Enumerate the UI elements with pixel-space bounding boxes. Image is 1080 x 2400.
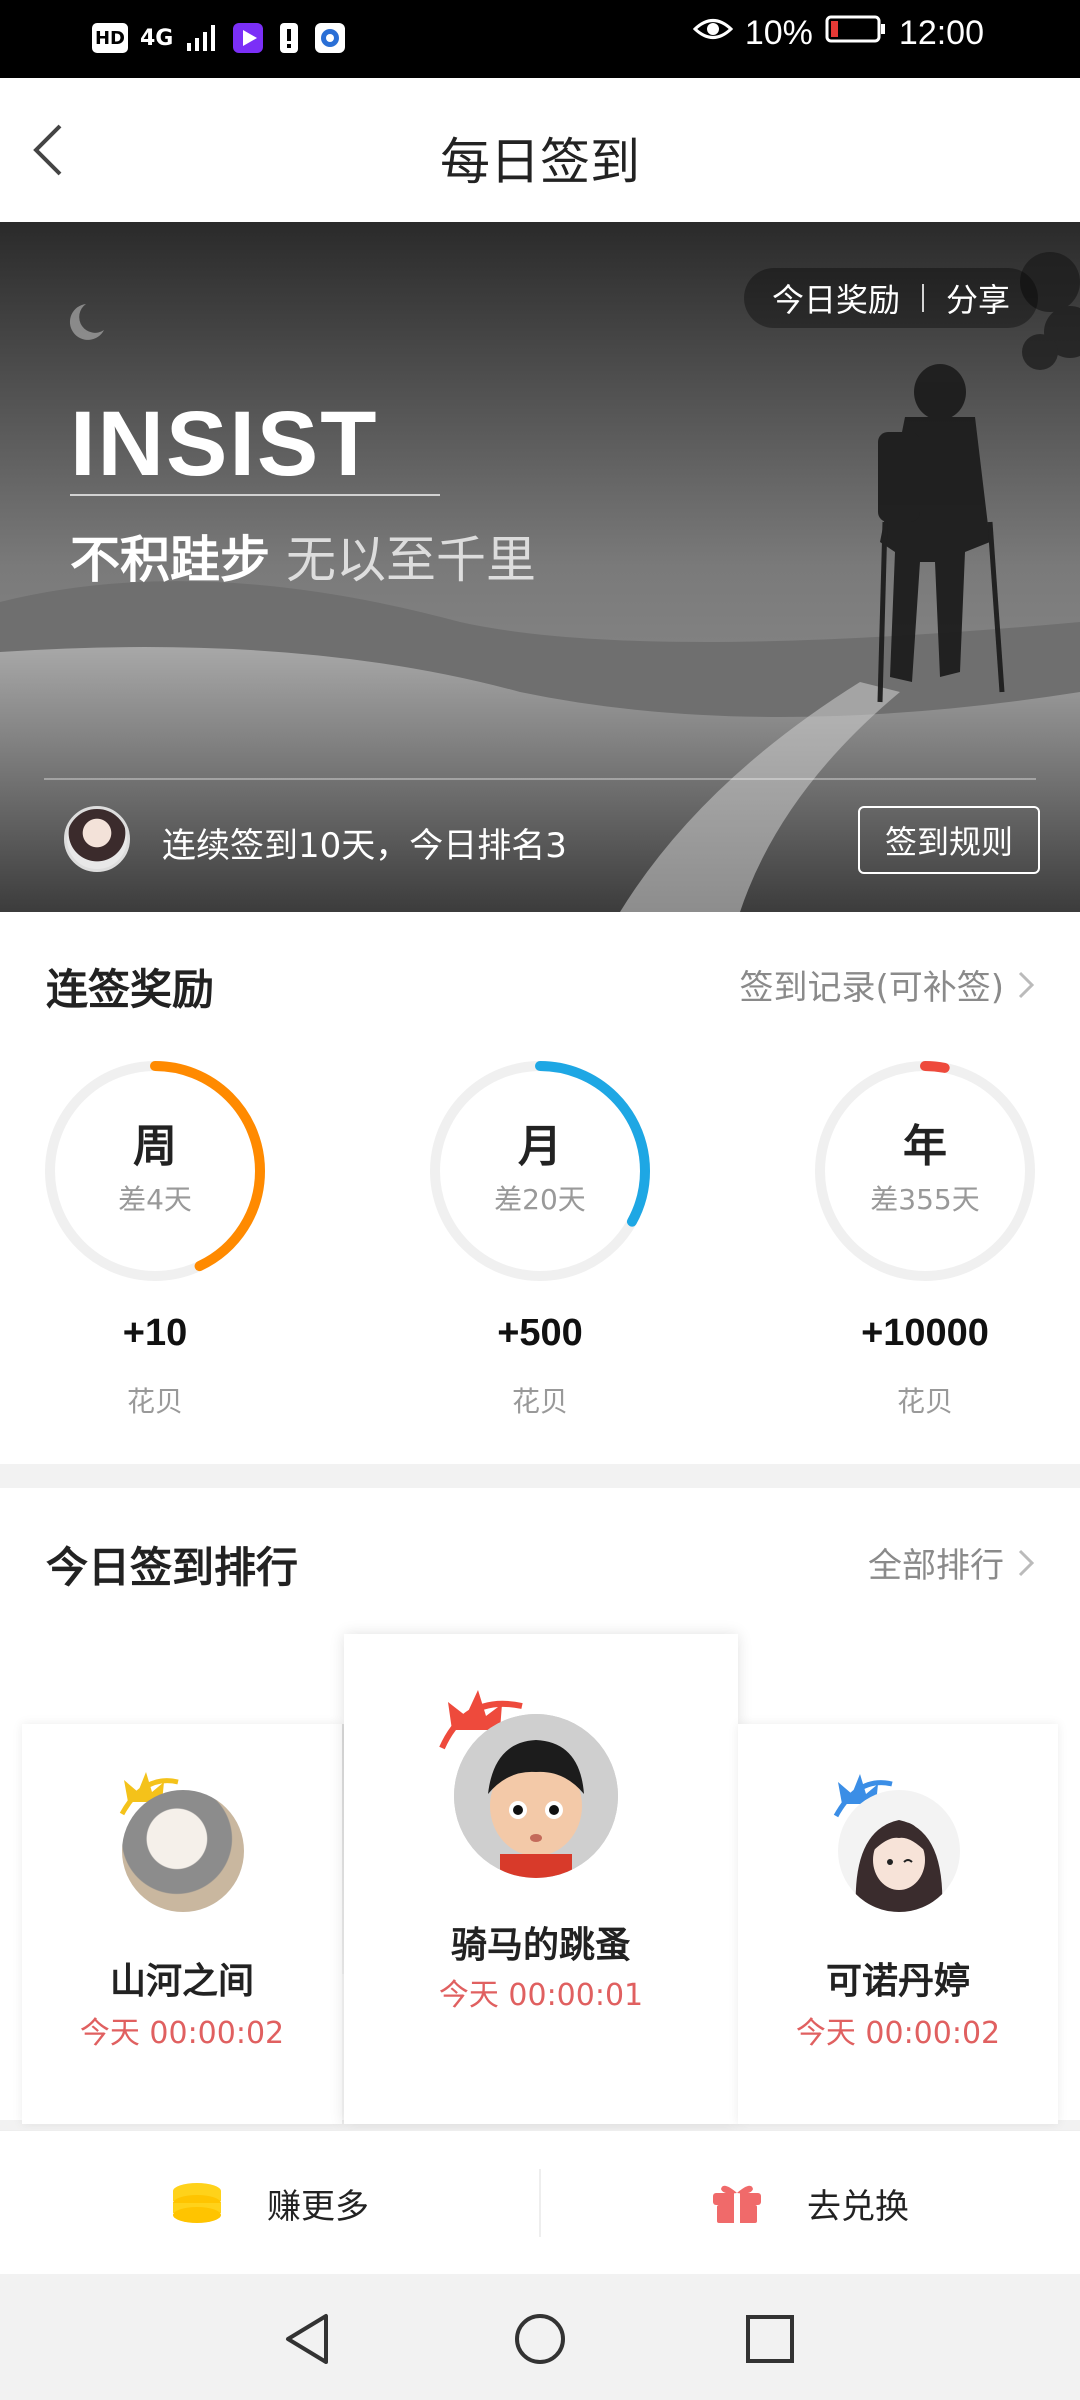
square-recents-icon: [746, 2315, 794, 2363]
user-avatar[interactable]: [454, 1714, 618, 1878]
reward-ring-year: 年 差355天: [810, 1056, 1040, 1286]
reward-amount-week: +10: [122, 1312, 188, 1354]
rank-card-second[interactable]: 山河之间 今天 00:00:02: [22, 1724, 342, 2124]
motto-light: 无以至千里: [286, 531, 536, 589]
bottom-action-bar: 赚更多 去兑换: [0, 2130, 1080, 2274]
reward-remaining: 差4天: [118, 1183, 192, 1216]
rank-time: 今天 00:00:02: [795, 2016, 1001, 2051]
alert-icon: [277, 18, 301, 58]
signal-icon: [185, 18, 219, 58]
nav-recents-button[interactable]: [735, 2304, 805, 2374]
reward-remaining: 差355天: [870, 1183, 980, 1216]
rank-card-third[interactable]: 可诺丹婷 今天 00:00:02: [738, 1724, 1058, 2124]
camera-app-icon: [313, 18, 347, 58]
status-icons-right: 10% 12:00: [692, 14, 984, 53]
rank-name: 骑马的跳蚤: [450, 1925, 631, 1966]
section-title-rewards: 连签奖励: [46, 965, 215, 1014]
user-avatar[interactable]: [122, 1790, 244, 1912]
video-app-icon: [231, 18, 265, 58]
reward-remaining: 差20天: [494, 1183, 586, 1216]
reward-period: 周: [133, 1121, 177, 1172]
today-ranking-section: 今日签到排行 全部排行 山河之间 今天 00:00:02 骑马的跳蚤 今天 00…: [0, 1488, 1080, 2124]
reward-amount-month: +500: [497, 1312, 583, 1354]
system-nav-bar: [0, 2274, 1080, 2400]
streak-rewards-section: 连签奖励 签到记录(可补签) 周 差4天 月 差20天 年 差355天 +10 …: [0, 912, 1080, 1464]
share-link[interactable]: 分享: [946, 275, 1010, 321]
banner-headline: INSIST: [70, 393, 379, 495]
exchange-button[interactable]: 去兑换: [540, 2131, 1080, 2275]
rank-card-first[interactable]: 骑马的跳蚤 今天 00:00:01: [344, 1634, 738, 2124]
rank-time: 今天 00:00:01: [438, 1978, 644, 2013]
motto-strong: 不积跬步: [70, 531, 270, 589]
reward-unit-month: 花贝: [511, 1385, 568, 1418]
reward-unit-year: 花贝: [896, 1385, 953, 1418]
rank-name: 山河之间: [109, 1961, 254, 2002]
chevron-right-icon: [1018, 1549, 1034, 1576]
battery-percent: 10%: [744, 14, 813, 52]
network-label: 4G: [140, 25, 174, 51]
hd-icon: HD: [92, 23, 128, 53]
banner-divider: [44, 778, 1036, 780]
nav-home-button[interactable]: [505, 2304, 575, 2374]
rank-name: 可诺丹婷: [825, 1961, 970, 2002]
checkin-record-link[interactable]: 签到记录(可补签): [739, 960, 1034, 1009]
page-title: 每日签到: [440, 133, 640, 191]
clock: 12:00: [898, 14, 984, 52]
checkin-record-label: 签到记录(可补签): [739, 968, 1004, 1008]
circle-home-icon: [515, 2314, 565, 2364]
reward-amount-year: +10000: [861, 1312, 989, 1354]
all-ranking-label: 全部排行: [868, 1546, 1004, 1586]
anime-girl-avatar: [838, 1790, 960, 1912]
checkin-rules-button[interactable]: 签到规则: [858, 806, 1040, 874]
reward-period: 年: [903, 1121, 947, 1172]
eye-icon: [692, 14, 734, 53]
battery-icon: [825, 14, 887, 53]
all-ranking-link[interactable]: 全部排行: [868, 1538, 1034, 1587]
chevron-right-icon: [1018, 971, 1034, 998]
banner-action-pill: 今日奖励 分享: [743, 268, 1038, 328]
nav-back-button[interactable]: [274, 2304, 344, 2374]
gift-icon: [713, 2185, 761, 2223]
cartoon-boy-avatar: [454, 1714, 618, 1878]
earn-more-label: 赚更多: [267, 2186, 369, 2227]
user-avatar[interactable]: [838, 1790, 960, 1912]
section-title-ranking: 今日签到排行: [46, 1543, 299, 1592]
today-reward-link[interactable]: 今日奖励: [772, 275, 900, 321]
streak-status-text: 连续签到10天，今日排名3: [162, 826, 567, 866]
status-icons-left: HD 4G: [92, 18, 347, 58]
reward-period: 月: [518, 1121, 562, 1172]
reward-unit-week: 花贝: [126, 1385, 183, 1418]
rank-time: 今天 00:00:02: [79, 2016, 285, 2051]
status-bar: HD 4G 10% 12:00: [0, 0, 1080, 78]
reward-ring-month: 月 差20天: [425, 1056, 655, 1286]
earn-more-button[interactable]: 赚更多: [0, 2131, 540, 2275]
pill-divider: [921, 284, 924, 312]
reward-ring-week: 周 差4天: [40, 1056, 270, 1286]
banner-motto: 不积跬步 无以至千里: [70, 520, 536, 592]
headline-underline: [70, 494, 440, 496]
exchange-label: 去兑换: [807, 2186, 909, 2227]
triangle-back-icon: [286, 2314, 328, 2364]
app-header: 每日签到: [0, 78, 1080, 222]
user-avatar[interactable]: [64, 806, 130, 872]
coin-stack-icon: [173, 2183, 221, 2223]
checkin-banner: 今日奖励 分享 INSIST 不积跬步 无以至千里 连续签到10天，今日排名3 签…: [0, 222, 1080, 912]
